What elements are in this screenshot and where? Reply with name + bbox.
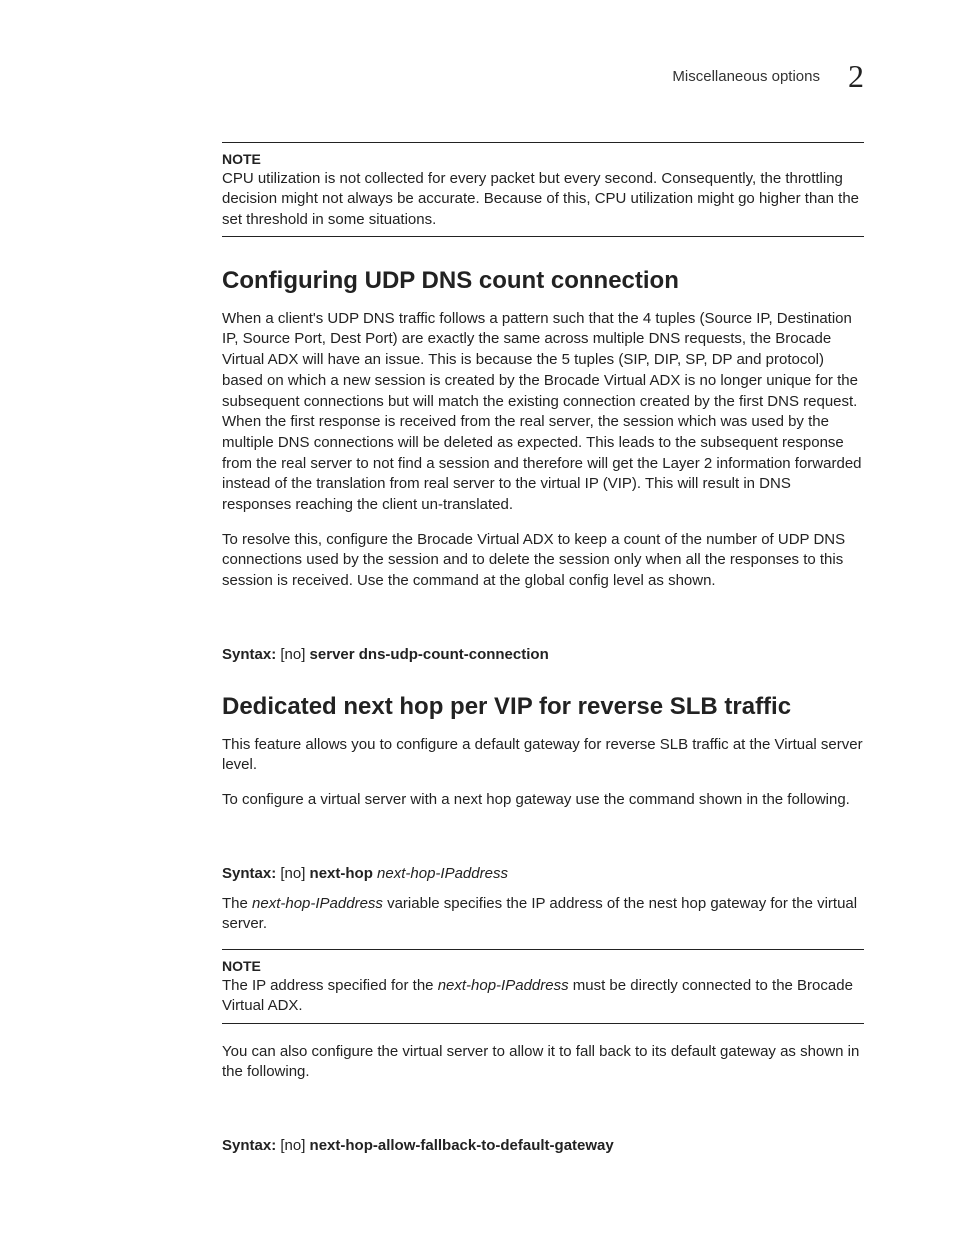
note2-block: NOTE The IP address specified for the ne… (222, 958, 864, 1017)
syntax-no: [no] (280, 646, 309, 663)
note2-pre: The IP address specified for the (222, 977, 438, 994)
chapter-number: 2 (848, 60, 864, 92)
note1-block: NOTE CPU utilization is not collected fo… (222, 151, 864, 230)
section2-para4: You can also configure the virtual serve… (222, 1042, 864, 1083)
running-header-title: Miscellaneous options (672, 68, 820, 85)
section1-para2: To resolve this, configure the Brocade V… (222, 530, 864, 592)
syntax1-cmd: next-hop (310, 865, 378, 882)
section2-syntax2: Syntax: [no] next-hop-allow-fallback-to-… (222, 1137, 864, 1154)
note1-label: NOTE (222, 151, 864, 167)
syntax1-label: Syntax: (222, 865, 280, 882)
syntax2-label: Syntax: (222, 1137, 280, 1154)
section2-para2: To configure a virtual server with a nex… (222, 790, 864, 811)
para3-var: next-hop-IPaddress (252, 895, 383, 912)
note2-rule-top (222, 949, 864, 950)
syntax1-arg: next-hop-IPaddress (377, 865, 508, 882)
section2-heading: Dedicated next hop per VIP for reverse S… (222, 693, 864, 721)
note1-body: CPU utilization is not collected for eve… (222, 169, 864, 230)
section2-para3: The next-hop-IPaddress variable specifie… (222, 894, 864, 935)
note2-body: The IP address specified for the next-ho… (222, 976, 864, 1017)
note2-rule-bottom (222, 1023, 864, 1024)
section2-para1: This feature allows you to configure a d… (222, 735, 864, 776)
running-header: Miscellaneous options 2 (672, 60, 864, 92)
note2-var: next-hop-IPaddress (438, 977, 569, 994)
syntax2-no: [no] (280, 1137, 309, 1154)
syntax-cmd: server dns-udp-count-connection (310, 646, 549, 663)
syntax2-cmd: next-hop-allow-fallback-to-default-gatew… (310, 1137, 614, 1154)
page: Miscellaneous options 2 NOTE CPU utiliza… (0, 0, 954, 1235)
page-content: NOTE CPU utilization is not collected fo… (222, 60, 864, 1154)
section1-syntax: Syntax: [no] server dns-udp-count-connec… (222, 646, 864, 663)
section1-heading: Configuring UDP DNS count connection (222, 267, 864, 295)
section1-para1: When a client's UDP DNS traffic follows … (222, 309, 864, 516)
note1-rule-top (222, 142, 864, 143)
note1-rule-bottom (222, 236, 864, 237)
syntax1-no: [no] (280, 865, 309, 882)
section2-syntax1: Syntax: [no] next-hop next-hop-IPaddress (222, 865, 864, 882)
note2-label: NOTE (222, 958, 864, 974)
para3-pre: The (222, 895, 252, 912)
syntax-label: Syntax: (222, 646, 280, 663)
